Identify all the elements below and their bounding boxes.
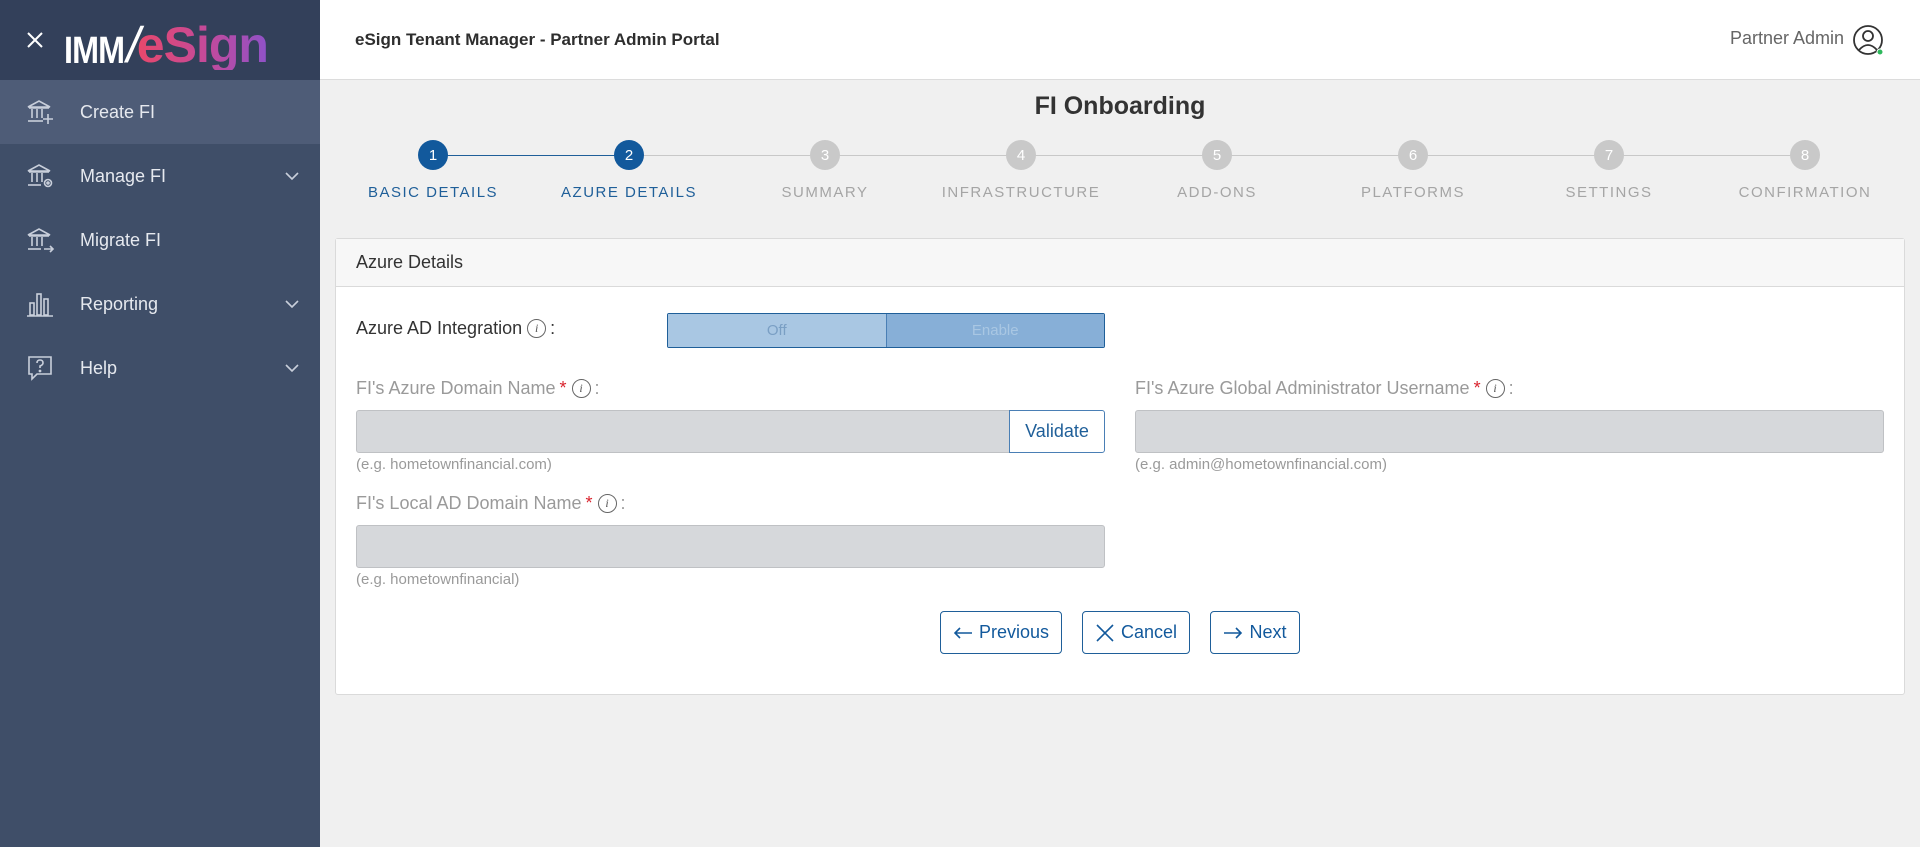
sidebar-item-help[interactable]: Help	[0, 336, 320, 400]
step-number: 5	[1202, 140, 1232, 170]
field-colon: :	[550, 318, 556, 338]
info-icon[interactable]: i	[527, 319, 547, 338]
toggle-option-off[interactable]: Off	[668, 314, 887, 347]
page-title: FI Onboarding	[1034, 92, 1206, 120]
sidebar-item-reporting[interactable]: Reporting	[0, 272, 320, 336]
step-label: SETTINGS	[1565, 184, 1653, 201]
sidebar-item-migrate-fi[interactable]: Migrate FI	[0, 208, 320, 272]
sidebar-item-manage-fi[interactable]: Manage FI	[0, 144, 320, 208]
sidebar: IMM / eSign Create FI Manage FI Migrate …	[0, 0, 320, 847]
azure-admin-username-hint: (e.g. admin@hometownfinancial.com)	[1135, 456, 1388, 473]
toggle-option-enable[interactable]: Enable	[886, 314, 1104, 347]
sidebar-item-label: Migrate FI	[80, 229, 162, 250]
step-label: INFRASTRUCTURE	[941, 184, 1101, 201]
sidebar-header: IMM / eSign	[0, 0, 320, 80]
step-summary[interactable]: 3 SUMMARY	[727, 140, 923, 201]
step-basic-details[interactable]: 1 BASIC DETAILS	[335, 140, 531, 201]
app-title: eSign Tenant Manager - Partner Admin Por…	[355, 29, 720, 49]
step-azure-details[interactable]: 2 AZURE DETAILS	[531, 140, 727, 201]
azure-domain-name-label: FI's Azure Domain Name * i :	[356, 378, 600, 399]
top-header: eSign Tenant Manager - Partner Admin Por…	[320, 0, 1920, 80]
step-label: BASIC DETAILS	[367, 184, 499, 201]
step-infrastructure[interactable]: 4 INFRASTRUCTURE	[923, 140, 1119, 201]
required-mark: *	[585, 493, 593, 513]
step-label: CONFIRMATION	[1738, 184, 1872, 201]
field-label-text: FI's Azure Global Administrator Username	[1135, 378, 1470, 398]
button-label: Previous	[978, 622, 1050, 642]
field-colon: :	[1508, 378, 1514, 398]
step-number: 2	[614, 140, 644, 170]
previous-button[interactable]: Previous	[940, 611, 1062, 654]
step-number: 1	[418, 140, 448, 170]
button-label: Cancel	[1120, 622, 1178, 642]
step-platforms[interactable]: 6 PLATFORMS	[1315, 140, 1511, 201]
required-mark: *	[1473, 378, 1481, 398]
cancel-button[interactable]: Cancel	[1082, 611, 1190, 654]
step-number: 7	[1594, 140, 1624, 170]
logo-esign-text: eSign	[136, 17, 269, 73]
step-confirmation[interactable]: 8 CONFIRMATION	[1707, 140, 1903, 201]
info-icon[interactable]: i	[597, 494, 617, 513]
azure-admin-username-input[interactable]	[1135, 410, 1884, 453]
chevron-down-icon[interactable]	[284, 360, 300, 376]
local-ad-domain-label: FI's Local AD Domain Name * i :	[356, 493, 626, 514]
step-settings[interactable]: 7 SETTINGS	[1511, 140, 1707, 201]
sidebar-item-label: Reporting	[80, 293, 159, 314]
required-mark: *	[559, 378, 567, 398]
sidebar-item-create-fi[interactable]: Create FI	[0, 80, 320, 144]
bank-settings-icon	[24, 160, 56, 192]
azure-ad-integration-label: Azure AD Integration i :	[356, 318, 555, 339]
bar-chart-icon	[24, 288, 56, 320]
validate-button[interactable]: Validate	[1009, 410, 1105, 453]
local-ad-domain-input[interactable]	[356, 525, 1105, 568]
card-title: Azure Details	[336, 239, 1904, 287]
sidebar-item-label: Create FI	[80, 101, 156, 122]
field-label-text: FI's Local AD Domain Name	[356, 493, 582, 513]
info-icon[interactable]: i	[1485, 379, 1505, 398]
azure-domain-name-input[interactable]	[356, 410, 1010, 453]
next-button[interactable]: Next	[1210, 611, 1300, 654]
field-label-text: Azure AD Integration	[356, 318, 523, 338]
close-icon	[1095, 623, 1115, 643]
logo-imm-text: IMM	[64, 30, 125, 72]
arrow-left-icon	[953, 623, 973, 643]
step-number: 6	[1398, 140, 1428, 170]
step-label: AZURE DETAILS	[561, 184, 697, 201]
chevron-down-icon[interactable]	[284, 296, 300, 312]
chevron-down-icon[interactable]	[284, 168, 300, 184]
button-label: Next	[1249, 622, 1287, 642]
step-number: 8	[1790, 140, 1820, 170]
field-colon: :	[594, 378, 600, 398]
close-icon[interactable]	[22, 27, 48, 53]
step-label: PLATFORMS	[1360, 184, 1466, 201]
user-avatar-icon[interactable]	[1852, 24, 1886, 58]
info-icon[interactable]: i	[571, 379, 591, 398]
azure-domain-name-hint: (e.g. hometownfinancial.com)	[356, 456, 552, 473]
sidebar-item-label: Help	[80, 357, 118, 378]
sidebar-item-label: Manage FI	[80, 165, 167, 186]
step-number: 4	[1006, 140, 1036, 170]
step-number: 3	[810, 140, 840, 170]
step-label: SUMMARY	[781, 184, 869, 201]
bank-add-icon	[24, 96, 56, 128]
step-label: ADD-ONS	[1177, 184, 1257, 201]
imm-esign-logo: IMM / eSign	[64, 10, 269, 73]
help-chat-icon	[24, 352, 56, 384]
step-add-ons[interactable]: 5 ADD-ONS	[1119, 140, 1315, 201]
arrow-right-icon	[1223, 623, 1243, 643]
field-label-text: FI's Azure Domain Name	[356, 378, 556, 398]
field-colon: :	[620, 493, 626, 513]
azure-admin-username-label: FI's Azure Global Administrator Username…	[1135, 378, 1514, 399]
azure-ad-integration-toggle[interactable]: Off Enable	[667, 313, 1105, 348]
user-name[interactable]: Partner Admin	[1730, 28, 1844, 49]
local-ad-domain-hint: (e.g. hometownfinancial)	[356, 571, 520, 588]
onboarding-stepper: 1 BASIC DETAILS 2 AZURE DETAILS 3 SUMMAR…	[335, 140, 1905, 210]
bank-transfer-icon	[24, 224, 56, 256]
